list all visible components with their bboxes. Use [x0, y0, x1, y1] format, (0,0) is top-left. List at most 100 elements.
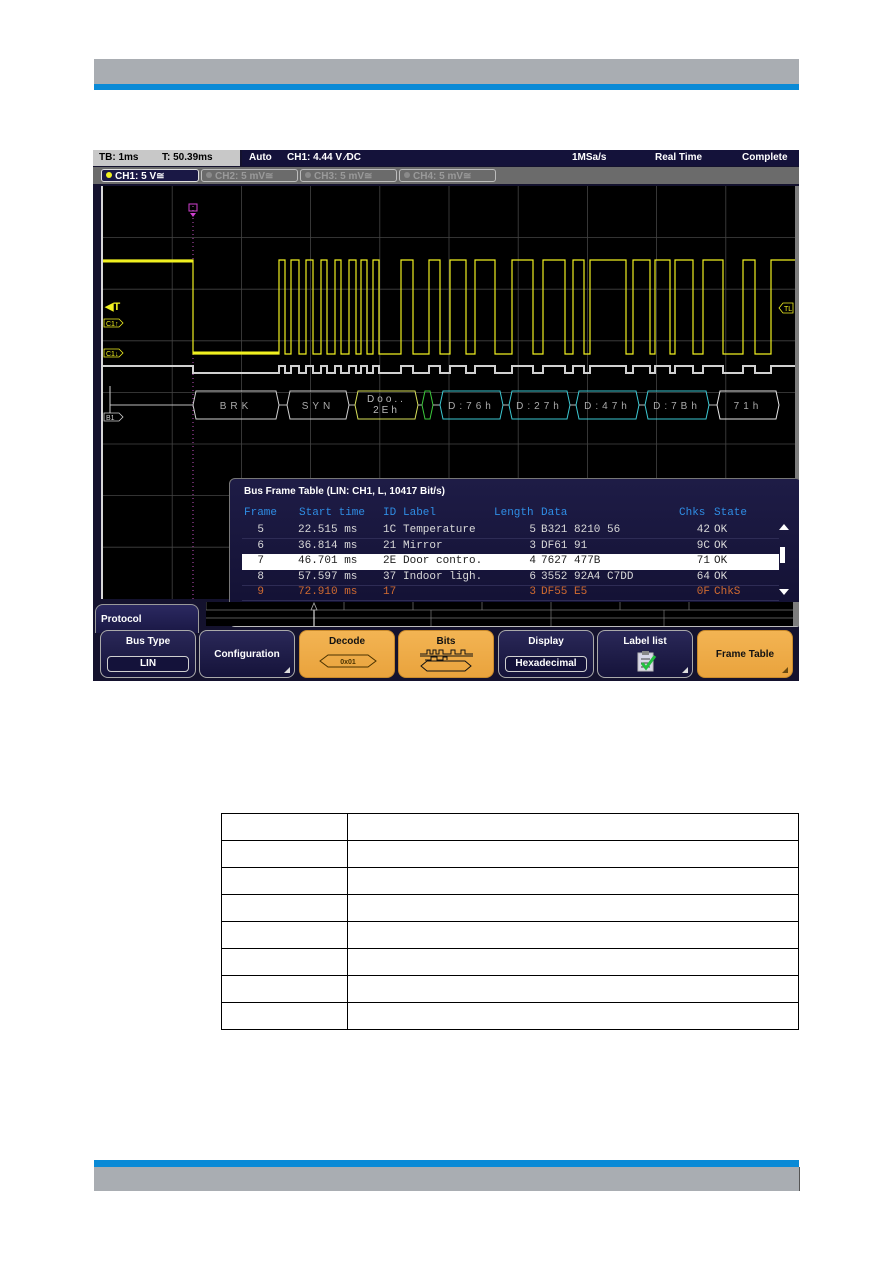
decode-segment-label: 71h — [734, 401, 763, 412]
column-header-state[interactable]: State — [714, 507, 747, 519]
decode-segment-pid[interactable] — [421, 390, 434, 420]
decode-segment-id[interactable]: Doo..2Eh — [354, 390, 419, 420]
trigger-level-marker-label: TL — [784, 306, 792, 313]
channel-tab-ch1[interactable]: CH1: 5 V≅ — [101, 169, 199, 182]
clipboard-check-icon — [637, 651, 657, 672]
page-footer-accent-line — [94, 1160, 799, 1167]
configuration-button[interactable]: Configuration — [199, 630, 295, 678]
column-header-id[interactable]: ID — [383, 507, 396, 519]
bus-type-label: Bus Type — [125, 636, 171, 647]
description-cell — [347, 840, 799, 868]
description-cell — [347, 921, 799, 949]
oscilloscope-screen: TB: 1ms T: 50.39ms Auto CH1: 4.44 V ∕DC … — [93, 150, 799, 681]
cell-frame: 7 — [257, 555, 264, 567]
document-table-row — [221, 813, 799, 841]
zoom-position-marker-icon[interactable] — [310, 601, 318, 611]
cell-chks: 64 — [696, 570, 710, 583]
menu-tab-protocol[interactable]: Protocol — [95, 604, 199, 633]
decode-segment-data[interactable]: D:47h — [575, 390, 640, 420]
description-cell — [347, 975, 799, 1003]
document-table-row — [221, 867, 799, 895]
column-header-label[interactable]: Label — [403, 507, 436, 519]
ch1-rise-marker-label: C1↑ — [106, 321, 118, 328]
bus-marker-label: B1 — [106, 415, 115, 422]
status-bar-acquisition[interactable]: Auto CH1: 4.44 V ∕DC 1MSa/s Real Time Co… — [242, 150, 799, 166]
frame-table-button[interactable]: Frame Table — [697, 630, 793, 678]
trigger-position-icon[interactable] — [188, 203, 198, 217]
display-label: Display — [528, 636, 564, 647]
decode-segment-checksum[interactable]: 71h — [716, 390, 780, 420]
cell-frame: 5 — [257, 524, 264, 536]
cell-length: 3 — [529, 586, 536, 598]
parameter-cell — [221, 948, 348, 976]
waveform-display[interactable]: BRK SYN Doo.. 2Eh D:76h D:27h D:47h D:7Bh 71h ◀T… — [101, 186, 799, 625]
cell-data: 7627 477B — [541, 555, 601, 567]
cell-state: OK — [714, 570, 728, 583]
page-header-accent-line — [94, 84, 799, 90]
trigger-level: CH1: 4.44 V ∕DC — [287, 152, 361, 163]
document-table-row — [221, 894, 799, 922]
parameter-cell — [221, 867, 348, 895]
trigger-marker-label: ◀T — [104, 301, 120, 313]
decode-segment-data[interactable]: D:7Bh — [644, 390, 710, 420]
cell-state: OK — [714, 555, 728, 567]
status-bar-timebase[interactable]: TB: 1ms T: 50.39ms — [93, 150, 240, 166]
channel-tab-ch2[interactable]: CH2: 5 mV≅ — [201, 169, 298, 182]
scroll-up-arrow-icon[interactable] — [779, 524, 789, 530]
document-table-row — [221, 921, 799, 949]
cell-state: ChkS — [714, 586, 741, 598]
document-table-row — [221, 1002, 799, 1030]
cell-chks: 0F — [696, 586, 710, 598]
cell-length: 5 — [529, 524, 536, 536]
trigger-level-marker[interactable]: TL — [778, 302, 794, 314]
ch1-fall-marker[interactable]: C1↓ — [103, 348, 124, 358]
description-cell — [347, 948, 799, 976]
column-header-frame[interactable]: Frame — [244, 507, 277, 519]
cell-start: 22.515 ms — [298, 524, 358, 536]
column-header-length[interactable]: Length — [494, 507, 534, 519]
decode-segment-data[interactable]: D:76h — [439, 390, 504, 420]
decode-segment-sync[interactable]: SYN — [286, 390, 350, 420]
channel-color-dot — [404, 172, 410, 178]
submenu-indicator-icon — [284, 667, 290, 673]
column-header-data[interactable]: Data — [541, 507, 567, 519]
bits-waveform-icon — [420, 649, 473, 672]
bits-label: Bits — [436, 636, 456, 647]
ch1-rise-marker[interactable]: C1↑ — [103, 318, 124, 328]
configuration-label: Configuration — [214, 649, 280, 660]
frame-table-row[interactable]: 8 57.597 ms 37 Indoor ligh. 6 3552 92A4 C7DD 6… — [242, 570, 779, 586]
scroll-down-arrow-icon[interactable] — [779, 589, 789, 595]
frame-table-row[interactable]: 5 22.515 ms 1C Temperature 5 B321 8210 56 42 OK — [242, 523, 779, 539]
zoom-overview-canvas — [205, 601, 793, 626]
cell-data: B321 8210 56 — [541, 524, 621, 536]
label-list-button[interactable]: Label list — [597, 630, 693, 678]
bus-digital-line — [103, 365, 795, 374]
cell-label: Door contro. — [403, 555, 483, 567]
decode-row: BRK SYN Doo..2Eh D:76h D:27h D:47h D:7Bh 71h — [110, 390, 780, 420]
menu-tab-label: Protocol — [101, 614, 142, 625]
channel-tab-ch3[interactable]: CH3: 5 mV≅ — [300, 169, 397, 182]
decode-button[interactable]: Decode 0x01 — [299, 630, 395, 678]
display-button[interactable]: Display Hexadecimal — [498, 630, 594, 678]
column-header-chks[interactable]: Chks — [679, 507, 705, 519]
channel-label: CH4: 5 mV≅ — [413, 171, 472, 182]
bus-marker[interactable]: B1 — [103, 386, 124, 422]
frame-table-row[interactable]: 6 36.814 ms 21 Mirror 3 DF61 91 9C OK — [242, 539, 779, 555]
cell-data: DF61 91 — [541, 539, 588, 552]
ch1-fall-marker-label: C1↓ — [106, 351, 118, 358]
cell-id: 37 — [383, 570, 397, 583]
decode-segment-break[interactable]: BRK — [192, 390, 280, 420]
channel-tab-ch4[interactable]: CH4: 5 mV≅ — [399, 169, 496, 182]
trigger-marker[interactable]: ◀T — [104, 301, 120, 313]
decode-segment-label: D:76h — [448, 401, 495, 412]
channel-color-dot — [305, 172, 311, 178]
bus-type-button[interactable]: Bus Type LIN — [100, 630, 196, 678]
frame-table-row[interactable]: 7 46.701 ms 2E Door contro. 4 7627 477B 71 OK — [242, 554, 779, 570]
submenu-indicator-icon — [782, 667, 788, 673]
acquisition-mode: Real Time — [655, 152, 703, 163]
bits-button[interactable]: Bits — [398, 630, 494, 678]
frame-table-row[interactable]: 9 72.910 ms 17 3 DF55 E5 0F ChkS — [242, 585, 779, 601]
zoom-overview-grid[interactable] — [205, 601, 799, 626]
column-header-start-time[interactable]: Start time — [299, 507, 365, 519]
scrollbar-thumb[interactable] — [780, 547, 785, 563]
